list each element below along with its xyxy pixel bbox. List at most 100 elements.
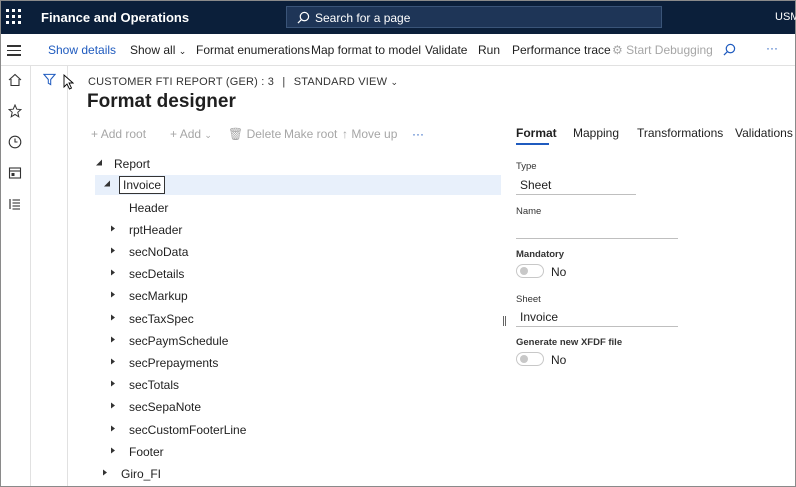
- breadcrumb-record: CUSTOMER FTI REPORT (GER) : 3: [88, 76, 275, 88]
- move-up-button[interactable]: ↑ Move up: [342, 127, 397, 141]
- tree-node-label: secTaxSpec: [129, 312, 194, 326]
- recent-clock-icon[interactable]: [8, 135, 22, 149]
- expand-triangle-icon[interactable]: [109, 290, 117, 299]
- tree-node-header[interactable]: Header: [95, 198, 501, 218]
- tree-node-sectaxspec[interactable]: secTaxSpec: [95, 309, 501, 329]
- breadcrumb: CUSTOMER FTI REPORT (GER) : 3 | STANDARD…: [88, 76, 398, 88]
- tree-node-secpaymschedule[interactable]: secPaymSchedule: [95, 331, 501, 351]
- tree-node-secdetails[interactable]: secDetails: [95, 264, 501, 284]
- tree-node-label: rptHeader: [129, 223, 183, 237]
- tree-node-label: secNoData: [129, 245, 189, 259]
- more-toolbar-button[interactable]: ···: [412, 127, 424, 141]
- collapse-triangle-icon[interactable]: [103, 179, 111, 188]
- add-button[interactable]: + Add ⌄: [170, 127, 212, 141]
- collapse-triangle-icon[interactable]: [95, 158, 103, 167]
- tree-node-label: secPaymSchedule: [129, 334, 229, 348]
- map-format-to-model-button[interactable]: Map format to model: [311, 43, 421, 57]
- add-root-button[interactable]: + Add root: [91, 127, 146, 141]
- tree-node-label: Header: [129, 201, 169, 215]
- make-root-button[interactable]: Make root: [284, 127, 337, 141]
- expand-triangle-icon[interactable]: [109, 335, 117, 344]
- name-field[interactable]: [516, 219, 678, 239]
- tree-node-label: secTotals: [129, 378, 180, 392]
- workspaces-icon[interactable]: [8, 166, 22, 180]
- filter-icon[interactable]: [43, 73, 56, 86]
- chevron-down-icon: ⌄: [178, 46, 187, 56]
- expand-triangle-icon[interactable]: [109, 357, 117, 366]
- page-title: Format designer: [87, 91, 236, 112]
- tree-node-secprepayments[interactable]: secPrepayments: [95, 353, 501, 373]
- move-up-label: Move up: [351, 127, 398, 141]
- expand-triangle-icon[interactable]: [109, 379, 117, 388]
- tree-node-label: secSepaNote: [129, 400, 202, 414]
- action-pane: Show details Show all ⌄ Format enumerati…: [1, 34, 795, 66]
- search-icon[interactable]: [723, 43, 736, 56]
- expand-triangle-icon[interactable]: [109, 224, 117, 233]
- expand-triangle-icon[interactable]: [109, 401, 117, 410]
- expand-triangle-icon[interactable]: [101, 468, 109, 477]
- tree-node-sectotals[interactable]: secTotals: [95, 375, 501, 395]
- expand-triangle-icon[interactable]: [109, 313, 117, 322]
- tree-node-secsepanote[interactable]: secSepaNote: [95, 397, 501, 417]
- validate-button[interactable]: Validate: [425, 43, 467, 57]
- company-selector[interactable]: USM: [775, 11, 796, 23]
- expand-triangle-icon[interactable]: [109, 246, 117, 255]
- mandatory-toggle[interactable]: [516, 264, 544, 278]
- add-label: Add: [179, 127, 202, 141]
- tree-node-label: secDetails: [129, 267, 185, 281]
- navigation-pane: [1, 66, 31, 486]
- home-icon[interactable]: [8, 73, 22, 87]
- pane-splitter-handle[interactable]: [503, 316, 506, 326]
- mandatory-value: No: [551, 265, 567, 279]
- hamburger-menu-icon[interactable]: [7, 45, 21, 56]
- sheet-field[interactable]: Invoice: [516, 307, 678, 327]
- show-all-button[interactable]: Show all ⌄: [130, 43, 186, 57]
- type-label: Type: [516, 161, 537, 172]
- show-details-button[interactable]: Show details: [48, 43, 116, 57]
- delete-label: Delete: [246, 127, 282, 141]
- debug-icon: ⚙: [612, 43, 623, 57]
- xfdf-label: Generate new XFDF file: [516, 337, 623, 348]
- tree-node-label: Report: [114, 157, 151, 171]
- start-debugging-button[interactable]: ⚙ Start Debugging: [612, 43, 713, 57]
- start-debugging-label: Start Debugging: [626, 43, 713, 57]
- tree-node-label: Footer: [129, 445, 164, 459]
- chevron-down-icon: ⌄: [204, 130, 212, 140]
- tree-node-footer[interactable]: Footer: [95, 442, 501, 462]
- expand-triangle-icon[interactable]: [109, 446, 117, 455]
- app-title[interactable]: Finance and Operations: [41, 10, 189, 25]
- expand-triangle-icon[interactable]: [109, 424, 117, 433]
- view-selector[interactable]: STANDARD VIEW ⌄: [294, 76, 398, 88]
- more-actions-button[interactable]: ···: [766, 41, 778, 55]
- tab-format[interactable]: Format: [516, 126, 557, 140]
- expand-triangle-icon[interactable]: [109, 268, 117, 277]
- format-enumerations-button[interactable]: Format enumerations: [196, 43, 310, 57]
- tree-node-giro-fi[interactable]: Giro_FI: [95, 464, 501, 484]
- performance-trace-button[interactable]: Performance trace: [512, 43, 611, 57]
- tab-transformations[interactable]: Transformations: [637, 126, 723, 140]
- tree-node-secnodata[interactable]: secNoData: [95, 242, 501, 262]
- search-input[interactable]: Search for a page: [286, 6, 662, 28]
- tree-node-label: secCustomFooterLine: [129, 423, 247, 437]
- xfdf-toggle[interactable]: [516, 352, 544, 366]
- tree-node-seccustomfooterline[interactable]: secCustomFooterLine: [95, 420, 501, 440]
- tree-node-report[interactable]: Report: [95, 154, 501, 174]
- tree-node-secmarkup[interactable]: secMarkup: [95, 286, 501, 306]
- favorites-star-icon[interactable]: [8, 104, 22, 118]
- tree-node-label: Giro_FI: [121, 467, 162, 481]
- tree-node-label: secMarkup: [129, 289, 188, 303]
- show-all-label: Show all: [130, 43, 176, 57]
- chevron-down-icon: ⌄: [390, 77, 399, 87]
- run-button[interactable]: Run: [478, 43, 500, 57]
- tab-validations[interactable]: Validations: [735, 126, 793, 140]
- delete-button[interactable]: 🗑 Delete: [228, 127, 281, 141]
- tree-node-label: secPrepayments: [129, 356, 219, 370]
- type-field[interactable]: Sheet: [516, 175, 636, 195]
- modules-list-icon[interactable]: [8, 197, 22, 211]
- tree-node-rptheader[interactable]: rptHeader: [95, 220, 501, 240]
- tree-node-invoice[interactable]: Invoice: [95, 175, 501, 195]
- tab-mapping[interactable]: Mapping: [573, 126, 619, 140]
- xfdf-value: No: [551, 353, 567, 367]
- view-selector-label: STANDARD VIEW: [293, 76, 388, 88]
- app-launcher-icon[interactable]: [6, 9, 22, 25]
